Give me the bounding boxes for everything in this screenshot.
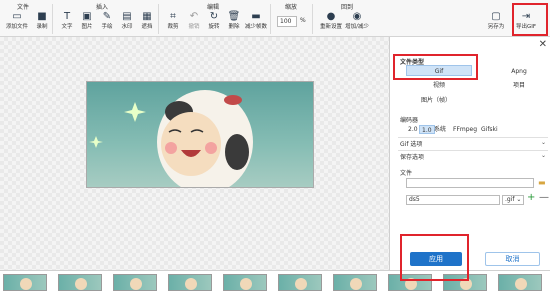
format-project-option[interactable]: 项目 — [490, 80, 548, 91]
encoder-2-0[interactable]: 2.0 — [406, 125, 420, 134]
encoder-gifski[interactable]: Gifski — [479, 125, 500, 134]
frame-thumbnail[interactable] — [3, 274, 47, 291]
cancel-button[interactable]: 取消 — [485, 252, 540, 266]
frame-thumbnail[interactable] — [113, 274, 157, 291]
zoom-input[interactable]: 100 — [277, 16, 297, 27]
pen-icon: ✎ — [102, 11, 112, 22]
undo-icon: ↶ — [189, 11, 199, 22]
app-window: { "groups":{"file":"文件","insert":"插入","e… — [0, 0, 550, 291]
mosaic-button[interactable]: ▦ 遮挡 — [136, 11, 158, 35]
encoder-label: 编码器 — [400, 117, 419, 124]
text-icon: T — [63, 11, 71, 22]
divider — [398, 150, 548, 151]
encoder-system[interactable]: 系统 — [432, 125, 448, 134]
close-icon[interactable]: ✕ — [539, 39, 547, 50]
canvas-area[interactable] — [0, 37, 390, 270]
add-reduce-icon: ◉ — [352, 11, 362, 22]
zoom-unit: % — [300, 17, 306, 24]
frame-thumbnail[interactable] — [223, 274, 267, 291]
format-gif-option[interactable]: Gif — [406, 65, 472, 76]
folder-icon[interactable]: ▬ — [538, 178, 546, 187]
filename-input[interactable]: ds5 — [406, 195, 500, 205]
group-reset-label: 回到 — [341, 4, 354, 11]
chevron-down-icon[interactable]: ⌄ — [541, 139, 546, 146]
apply-button[interactable]: 应用 — [410, 252, 462, 266]
format-image-frame-option[interactable]: 图片（帧） — [416, 95, 456, 106]
trash-icon: 🗑 — [227, 11, 241, 22]
frame-filmstrip — [0, 270, 550, 291]
ribbon-toolbar: 文件 插入 编辑 缩放 回到 ▭ 添加文件 ■ 录制 T 文字 ▣ 图片 ✎ 手绘 ▤ 水印… — [0, 0, 550, 37]
group-zoom-label: 缩放 — [285, 4, 298, 11]
frame-thumbnail[interactable] — [333, 274, 377, 291]
save-as-icon: ▢ — [491, 11, 501, 22]
reset-settings-button[interactable]: ● 重新设置 — [320, 11, 342, 35]
frame-thumbnail[interactable] — [388, 274, 432, 291]
crop-icon: ⌗ — [170, 11, 176, 22]
save-as-button[interactable]: ▢ 另存为 — [485, 11, 507, 35]
folder-path-input[interactable] — [406, 178, 534, 188]
reduce-frames-icon: ▬ — [251, 11, 261, 22]
folder-icon: ▭ — [12, 11, 22, 22]
watermark-icon: ▤ — [122, 11, 132, 22]
frame-thumbnail[interactable] — [58, 274, 102, 291]
divider — [398, 137, 548, 138]
export-gif-button[interactable]: ⇥ 导出GIF — [515, 11, 537, 35]
preview-image — [86, 81, 314, 188]
divider — [270, 4, 271, 34]
export-icon: ⇥ — [521, 11, 531, 22]
frame-thumbnail[interactable] — [168, 274, 212, 291]
mosaic-icon: ▦ — [142, 11, 152, 22]
plus-icon[interactable]: + — [527, 192, 535, 203]
reduce-frames-button[interactable]: ▬ 减少帧数 — [245, 11, 267, 35]
minus-icon[interactable]: — — [539, 192, 549, 203]
encoder-ffmpeg[interactable]: FFmpeg — [451, 125, 479, 134]
save-options-section[interactable]: 保存选项 — [400, 152, 424, 161]
group-edit-label: 编辑 — [207, 4, 220, 11]
frame-thumbnail[interactable] — [443, 274, 487, 291]
image-icon: ▣ — [82, 11, 92, 22]
gif-options-section[interactable]: Gif 选项 — [400, 139, 422, 148]
divider — [312, 4, 313, 34]
frame-thumbnail[interactable] — [498, 274, 542, 291]
chevron-down-icon[interactable]: ⌄ — [541, 152, 546, 159]
cartoon-cow-illustration — [89, 90, 253, 187]
file-label: 文件 — [400, 170, 413, 177]
camera-icon: ■ — [37, 11, 47, 22]
frame-thumbnail[interactable] — [278, 274, 322, 291]
add-reduce-button[interactable]: ◉ 增加/减少 — [345, 11, 369, 35]
extension-select[interactable]: .gif ⌄ — [502, 195, 524, 205]
reset-icon: ● — [326, 11, 336, 22]
rotate-icon: ↻ — [209, 11, 219, 22]
group-insert-label: 插入 — [96, 4, 109, 11]
format-video-option[interactable]: 视频 — [406, 80, 472, 91]
format-apng-option[interactable]: Apng — [490, 66, 548, 77]
group-file-label: 文件 — [17, 4, 30, 11]
